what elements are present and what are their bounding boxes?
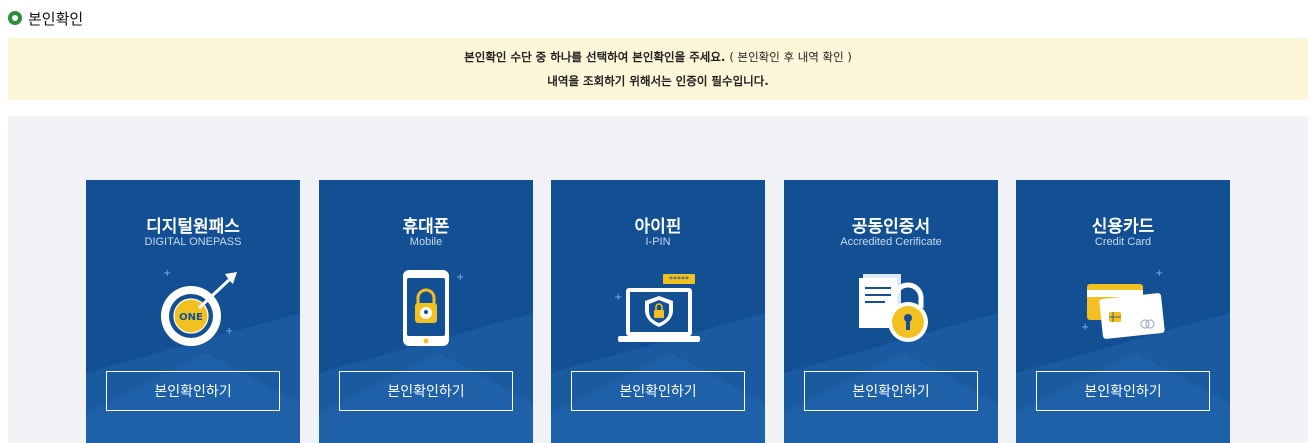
verify-button[interactable]: 본인확인하기 [1036,371,1210,411]
svg-text:+: + [1155,268,1163,279]
svg-text:ONE: ONE [179,312,203,323]
card-subtitle: DIGITAL ONEPASS [144,236,242,248]
notice-box: 본인확인 수단 중 하나를 선택하여 본인확인을 주세요. ( 본인확인 후 내… [8,38,1308,100]
card-title: 공동인증서 [851,217,931,237]
phone-lock-icon: + [403,270,464,346]
svg-text:+: + [163,268,171,279]
page-header: 본인확인 [8,7,83,29]
laptop-shield-icon: + ***** [614,274,700,342]
svg-text:+: + [456,272,464,283]
svg-text:*****: ***** [669,275,689,284]
card-subtitle: I-PIN [645,236,671,248]
verify-button[interactable]: 본인확인하기 [339,371,513,411]
verify-button[interactable]: 본인확인하기 [106,371,280,411]
circle-bullet-icon [8,11,22,25]
card-title: 휴대폰 [402,217,450,237]
verify-button[interactable]: 본인확인하기 [571,371,745,411]
card-ipin[interactable]: 아이핀 I-PIN + ***** 본인확인하기 [551,180,765,443]
card-subtitle: Credit Card [1094,236,1152,248]
svg-text:+: + [1081,322,1089,333]
card-title: 신용카드 [1091,217,1155,237]
verify-button[interactable]: 본인확인하기 [804,371,978,411]
card-digital-onepass[interactable]: 디지털원패스 DIGITAL ONEPASS + + ONE 본인확인하기 [86,180,300,443]
svg-text:+: + [225,326,233,337]
notice-line-1: 본인확인 수단 중 하나를 선택하여 본인확인을 주세요. ( 본인확인 후 내… [464,49,852,65]
card-subtitle: Mobile [409,236,443,248]
notice-paren-text: ( 본인확인 후 내역 확인 ) [729,50,852,64]
card-mobile[interactable]: 휴대폰 Mobile + 본인확인하기 [319,180,533,443]
card-subtitle: Accredited Cerificate [840,236,942,248]
card-credit-card[interactable]: 신용카드 Credit Card + + 본인확인하기 [1016,180,1230,443]
card-title: 아이핀 [634,217,682,237]
credit-card-icon: + + [1081,268,1165,339]
notice-main-text: 본인확인 수단 중 하나를 선택하여 본인확인을 주세요. [464,50,726,64]
notice-line-2: 내역을 조회하기 위해서는 인증이 필수입니다. [547,74,769,88]
card-certificate[interactable]: 공동인증서 Accredited Cerificate 본인확인하기 [784,180,998,443]
certificate-lock-icon [859,274,928,342]
card-title: 디지털원패스 [146,217,240,237]
target-one-icon: + + ONE [161,268,237,346]
page-title: 본인확인 [28,9,84,28]
svg-text:+: + [614,292,622,303]
